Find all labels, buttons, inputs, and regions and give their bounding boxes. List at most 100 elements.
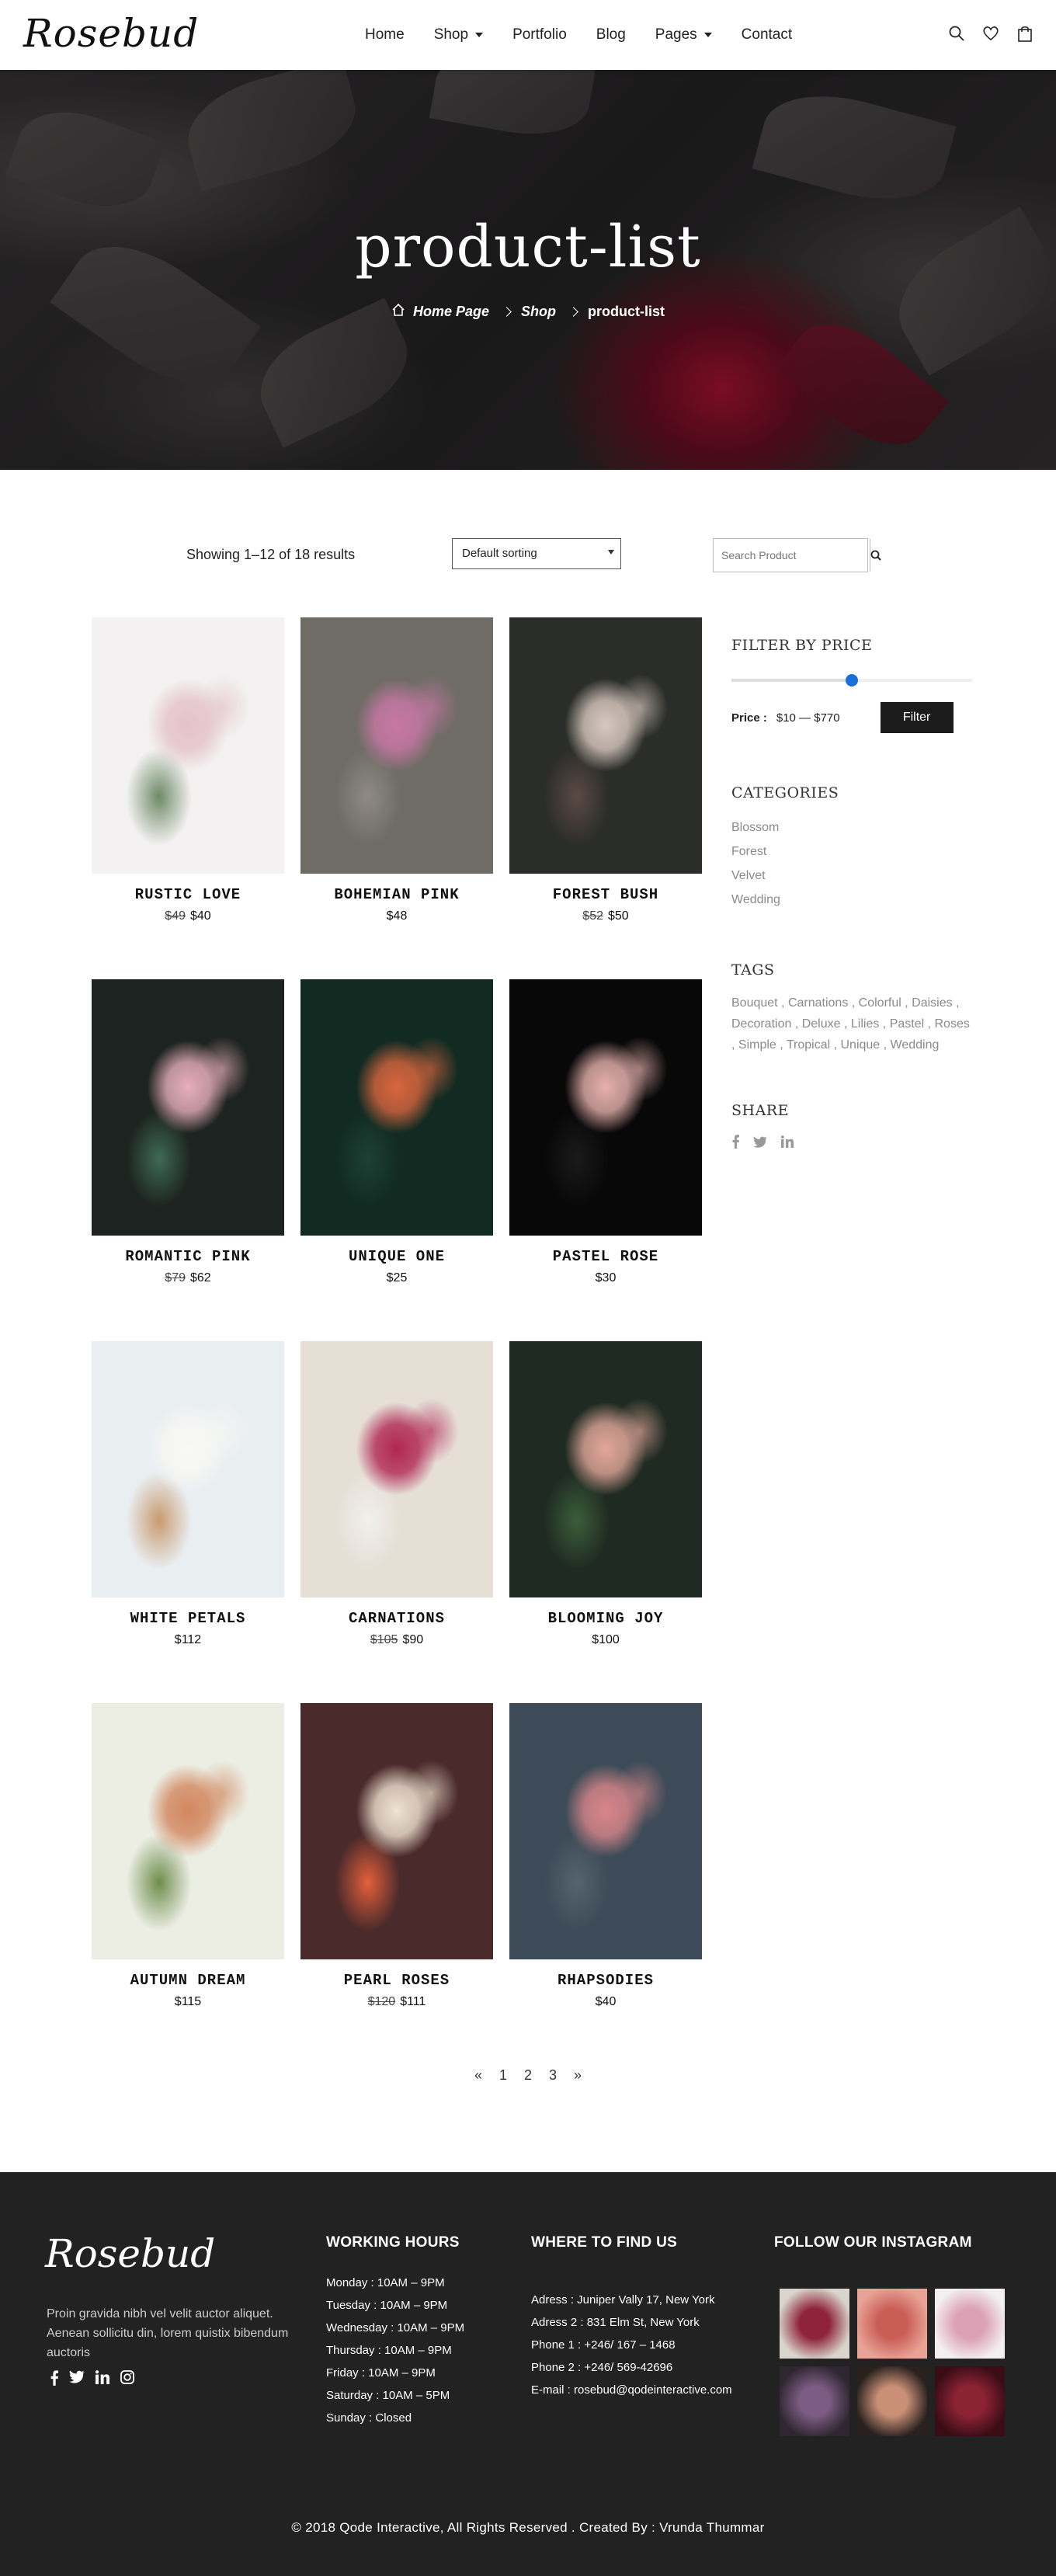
tag-wedding[interactable]: Wedding	[891, 1038, 940, 1052]
product-name[interactable]: PASTEL ROSE	[509, 1248, 702, 1265]
hours-item: Tuesday : 10AM – 9PM	[326, 2299, 448, 2312]
facebook-icon[interactable]	[731, 1135, 739, 1152]
tag-separator: ,	[731, 1038, 738, 1052]
current-price: $48	[386, 909, 408, 923]
site-logo[interactable]: Rosebud	[23, 11, 199, 56]
product-name[interactable]: AUTUMN DREAM	[92, 1972, 284, 1989]
product-image[interactable]	[300, 979, 493, 1236]
category-blossom[interactable]: Blossom	[731, 815, 972, 840]
facebook-icon[interactable]	[50, 2370, 58, 2390]
product-card: CARNATIONS $105 $90	[300, 1341, 493, 1647]
page-link[interactable]: 2	[524, 2067, 532, 2084]
nav-item-shop[interactable]: Shop	[434, 26, 484, 43]
product-name[interactable]: BOHEMIAN PINK	[300, 886, 493, 903]
nav-item-pages[interactable]: Pages	[655, 26, 712, 43]
search-button[interactable]	[870, 539, 881, 572]
product-image[interactable]	[509, 1703, 702, 1959]
instagram-photo[interactable]	[935, 2366, 1005, 2436]
breadcrumb-shop[interactable]: Shop	[521, 304, 556, 320]
product-name[interactable]: CARNATIONS	[300, 1610, 493, 1627]
page-link[interactable]: »	[574, 2067, 582, 2084]
tag-unique[interactable]: Unique	[841, 1038, 881, 1052]
product-image[interactable]	[92, 617, 284, 874]
tag-decoration[interactable]: Decoration	[731, 1017, 791, 1031]
tag-tropical[interactable]: Tropical	[787, 1038, 830, 1052]
tag-lilies[interactable]: Lilies	[851, 1017, 879, 1031]
instagram-gallery	[780, 2289, 1005, 2436]
category-velvet[interactable]: Velvet	[731, 864, 972, 888]
tag-bouquet[interactable]: Bouquet	[731, 996, 778, 1010]
product-image[interactable]	[300, 617, 493, 874]
search-input[interactable]	[714, 539, 870, 572]
footer-hours: WORKING HOURS Monday : 10AM – 9PM Tuesday…	[326, 2234, 464, 2429]
sort-select[interactable]: Default sorting	[452, 538, 621, 569]
page-title: product-list	[355, 214, 701, 280]
nav-item-blog[interactable]: Blog	[596, 26, 626, 43]
slider-handle[interactable]	[846, 674, 858, 687]
twitter-icon[interactable]	[753, 1135, 767, 1152]
instagram-photo[interactable]	[780, 2289, 849, 2359]
product-image[interactable]	[92, 1703, 284, 1959]
tag-daisies[interactable]: Daisies	[912, 996, 952, 1010]
instagram-photo[interactable]	[935, 2289, 1005, 2359]
twitter-icon[interactable]	[69, 2370, 85, 2390]
site-footer: Rosebud Proin gravida nibh vel velit auc…	[0, 2172, 1056, 2576]
product-image[interactable]	[509, 979, 702, 1236]
chevron-right-icon	[502, 307, 512, 317]
search-icon[interactable]	[947, 23, 966, 43]
category-forest[interactable]: Forest	[731, 840, 972, 864]
nav-item-portfolio[interactable]: Portfolio	[512, 26, 567, 43]
tag-pastel[interactable]: Pastel	[890, 1017, 924, 1031]
bag-icon[interactable]	[1016, 23, 1034, 43]
product-image[interactable]	[509, 1341, 702, 1597]
tag-deluxe[interactable]: Deluxe	[802, 1017, 841, 1031]
page-link[interactable]: «	[474, 2067, 482, 2084]
footer-logo[interactable]: Rosebud	[45, 2231, 215, 2276]
product-name[interactable]: ROMANTIC PINK	[92, 1248, 284, 1265]
footer-social	[50, 2370, 134, 2390]
tag-carnations[interactable]: Carnations	[788, 996, 848, 1010]
product-image[interactable]	[300, 1341, 493, 1597]
tag-colorful[interactable]: Colorful	[859, 996, 901, 1010]
linkedin-icon[interactable]	[780, 1135, 794, 1152]
tag-separator: ,	[776, 1038, 787, 1052]
nav-item-home[interactable]: Home	[365, 26, 405, 43]
linkedin-icon[interactable]	[95, 2370, 109, 2390]
sort-selected: Default sorting	[462, 547, 537, 560]
tag-separator: ,	[879, 1017, 890, 1031]
product-image[interactable]	[300, 1703, 493, 1959]
instagram-photo[interactable]	[857, 2289, 927, 2359]
hours-item: Sunday : Closed	[326, 2411, 412, 2425]
product-name[interactable]: BLOOMING JOY	[509, 1610, 702, 1627]
tag-separator: ,	[901, 996, 912, 1010]
product-name[interactable]: FOREST BUSH	[509, 886, 702, 903]
product-name[interactable]: WHITE PETALS	[92, 1610, 284, 1627]
main-nav: Home Shop Portfolio Blog Pages Contact	[365, 0, 822, 70]
nav-item-contact[interactable]: Contact	[742, 26, 792, 43]
current-price: $50	[608, 909, 629, 923]
home-icon[interactable]	[391, 303, 405, 321]
price-slider[interactable]	[731, 674, 972, 687]
page-link[interactable]: 3	[549, 2067, 557, 2084]
instagram-icon[interactable]	[120, 2370, 134, 2390]
product-card: PASTEL ROSE $30	[509, 979, 702, 1285]
heart-icon[interactable]	[981, 23, 1000, 43]
instagram-photo[interactable]	[857, 2366, 927, 2436]
product-image[interactable]	[92, 979, 284, 1236]
page-link[interactable]: 1	[499, 2067, 507, 2084]
copyright: © 2018 Qode Interactive, All Rights Rese…	[291, 2520, 765, 2535]
tag-simple[interactable]: Simple	[738, 1038, 776, 1052]
product-name[interactable]: PEARL ROSES	[300, 1972, 493, 1989]
tag-roses[interactable]: Roses	[935, 1017, 970, 1031]
product-name[interactable]: UNIQUE ONE	[300, 1248, 493, 1265]
product-image[interactable]	[509, 617, 702, 874]
instagram-photo[interactable]	[780, 2366, 849, 2436]
breadcrumb-home[interactable]: Home Page	[413, 304, 489, 320]
filter-button[interactable]: Filter	[880, 702, 954, 733]
product-name[interactable]: RHAPSODIES	[509, 1972, 702, 1989]
product-image[interactable]	[92, 1341, 284, 1597]
product-card: PEARL ROSES $120 $111	[300, 1703, 493, 2009]
find-list: Adress : Juniper Vally 17, New York Adres…	[531, 2289, 732, 2401]
category-wedding[interactable]: Wedding	[731, 888, 972, 912]
product-name[interactable]: RUSTIC LOVE	[92, 886, 284, 903]
